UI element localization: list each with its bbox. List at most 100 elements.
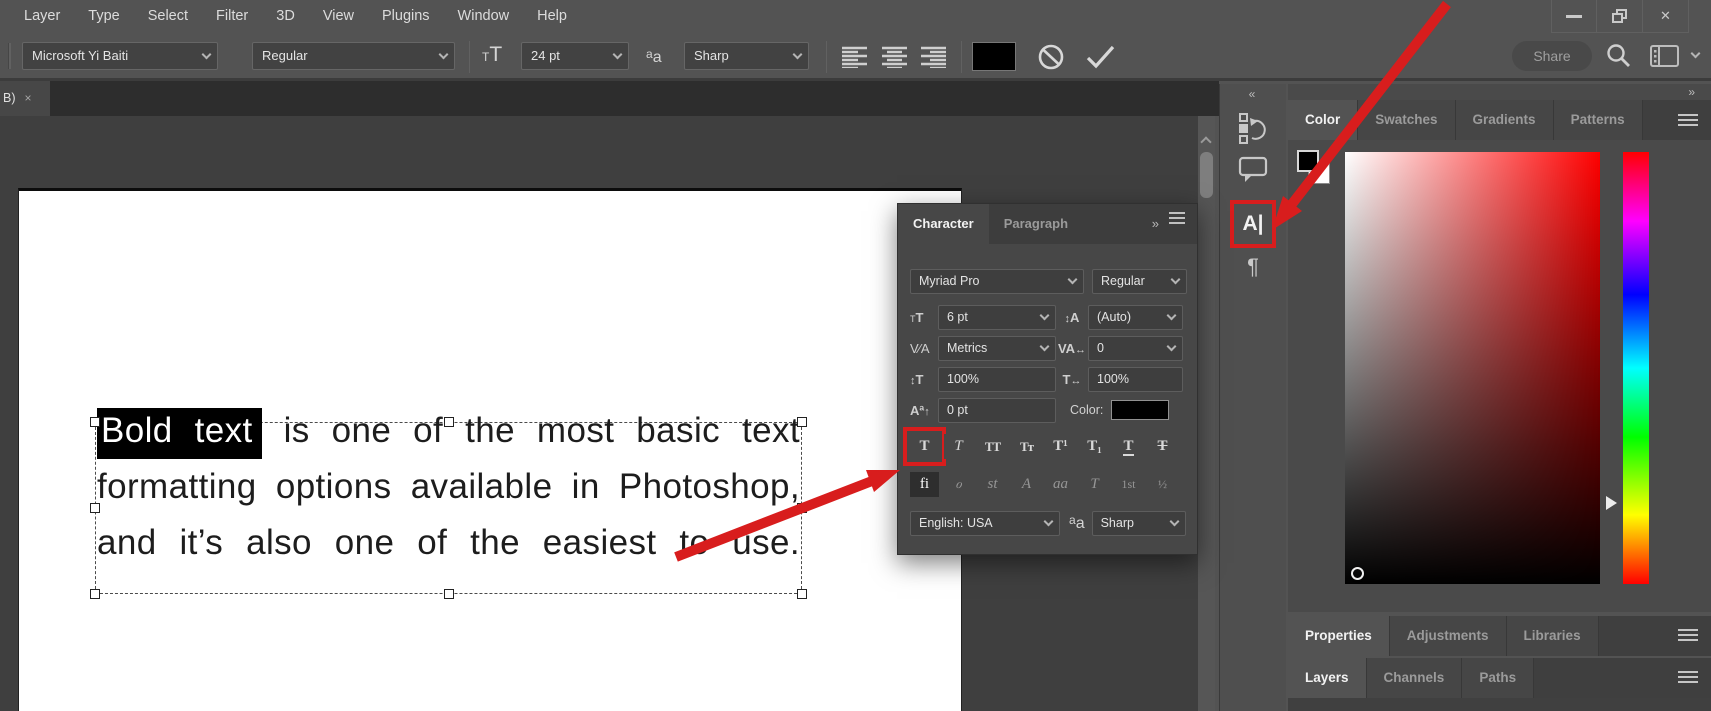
- menu-3d[interactable]: 3D: [262, 0, 309, 33]
- tab-patterns[interactable]: Patterns: [1553, 100, 1643, 140]
- small-caps-button[interactable]: Tᴛ: [1012, 434, 1041, 459]
- canvas-scrollbar[interactable]: [1198, 116, 1215, 711]
- minimize-button[interactable]: [1551, 0, 1597, 33]
- cp-font-size-select[interactable]: 6 pt: [938, 304, 1056, 330]
- cp-horizontal-scale-field[interactable]: 100%: [1088, 366, 1183, 392]
- tab-character[interactable]: Character: [898, 204, 989, 244]
- all-caps-button[interactable]: TT: [978, 434, 1007, 459]
- text-color-swatch[interactable]: [972, 42, 1016, 71]
- restore-button[interactable]: [1597, 0, 1643, 33]
- menu-type[interactable]: Type: [74, 0, 133, 33]
- cp-language-select[interactable]: English: USA: [910, 510, 1060, 536]
- menu-plugins[interactable]: Plugins: [368, 0, 444, 33]
- tab-swatches[interactable]: Swatches: [1358, 100, 1456, 140]
- cp-vertical-scale-field[interactable]: 100%: [938, 366, 1056, 392]
- transform-handle[interactable]: [90, 503, 100, 513]
- foreground-color-swatch[interactable]: [1297, 150, 1319, 172]
- menu-filter[interactable]: Filter: [202, 0, 262, 33]
- cp-leading-select[interactable]: (Auto): [1088, 304, 1183, 330]
- tab-channels[interactable]: Channels: [1366, 658, 1463, 698]
- close-button[interactable]: ✕: [1643, 0, 1689, 33]
- tab-color[interactable]: Color: [1288, 100, 1359, 140]
- panel-menu-icon[interactable]: [1678, 113, 1698, 127]
- character-panel-icon[interactable]: A|: [1230, 200, 1276, 248]
- transform-handle[interactable]: [90, 589, 100, 599]
- cp-font-style-select[interactable]: Regular: [1092, 268, 1187, 294]
- color-field-cursor[interactable]: [1351, 567, 1364, 580]
- cp-baseline-shift-field[interactable]: 0 pt: [938, 397, 1056, 423]
- transform-handle[interactable]: [443, 417, 454, 427]
- text-line-3[interactable]: and it’s also one of the easiest to use.: [97, 523, 800, 575]
- panel-menu-icon[interactable]: [1169, 217, 1185, 219]
- tab-properties[interactable]: Properties: [1288, 616, 1390, 656]
- cp-anti-alias-select[interactable]: Sharp: [1091, 510, 1186, 536]
- underline-button[interactable]: T: [1114, 434, 1143, 459]
- cancel-edit-icon[interactable]: [1038, 44, 1064, 70]
- align-left-button[interactable]: [842, 46, 869, 68]
- subscript-button[interactable]: T₁: [1080, 434, 1109, 459]
- share-button[interactable]: Share: [1512, 41, 1592, 71]
- align-center-button[interactable]: [882, 46, 909, 68]
- document-tab[interactable]: B) ×: [0, 81, 50, 116]
- tab-libraries[interactable]: Libraries: [1506, 616, 1599, 656]
- toolbar-grip[interactable]: [8, 43, 11, 69]
- panel-menu-icon[interactable]: [1678, 670, 1698, 684]
- ordinal-1st-button[interactable]: 1st: [1114, 472, 1143, 497]
- tab-adjustments[interactable]: Adjustments: [1389, 616, 1507, 656]
- history-panel-icon[interactable]: [1237, 110, 1269, 144]
- faux-bold-button[interactable]: T: [903, 427, 946, 466]
- text-line-2[interactable]: formatting options available in Photosho…: [97, 467, 800, 519]
- saturation-brightness-field[interactable]: [1345, 152, 1600, 584]
- transform-handle[interactable]: [90, 417, 100, 427]
- font-size-select[interactable]: 24 pt: [521, 42, 629, 70]
- swash-button[interactable]: A: [1012, 472, 1041, 497]
- align-right-button[interactable]: [921, 46, 948, 68]
- workspace-icon[interactable]: [1650, 45, 1680, 69]
- selected-text[interactable]: Bold text: [97, 408, 262, 459]
- search-icon[interactable]: [1606, 43, 1632, 69]
- transform-handle[interactable]: [797, 417, 807, 427]
- menu-select[interactable]: Select: [134, 0, 202, 33]
- paragraph-panel-icon[interactable]: ¶: [1247, 254, 1259, 280]
- cp-font-family-select[interactable]: Myriad Pro: [910, 268, 1084, 294]
- anti-alias-select[interactable]: Sharp: [684, 42, 809, 70]
- faux-italic-button[interactable]: T: [944, 434, 973, 459]
- titling-alternates-button[interactable]: T: [1080, 472, 1109, 497]
- transform-handle[interactable]: [797, 589, 807, 599]
- menu-layer[interactable]: Layer: [10, 0, 74, 33]
- cp-text-color-swatch[interactable]: [1111, 400, 1170, 420]
- tab-layers[interactable]: Layers: [1288, 658, 1367, 698]
- scrollbar-thumb[interactable]: [1200, 152, 1213, 198]
- transform-handle[interactable]: [797, 503, 807, 513]
- expand-dock-icon[interactable]: »: [1688, 85, 1697, 99]
- hue-slider-arrow-icon[interactable]: [1606, 496, 1617, 510]
- chevron-down-icon[interactable]: [1690, 48, 1701, 59]
- ligatures-button[interactable]: fi: [910, 472, 939, 497]
- font-style-select[interactable]: Regular: [252, 42, 455, 70]
- stylistic-alternates-button[interactable]: aa: [1046, 472, 1075, 497]
- transform-handle[interactable]: [443, 589, 454, 599]
- ordinals-button[interactable]: ℴ: [944, 472, 973, 497]
- menu-help[interactable]: Help: [523, 0, 581, 33]
- close-tab-icon[interactable]: ×: [25, 91, 32, 105]
- menu-window[interactable]: Window: [444, 0, 524, 33]
- discretionary-ligatures-button[interactable]: st: [978, 472, 1007, 497]
- text-bounding-box[interactable]: Bold text is one of the most basic text …: [90, 408, 807, 599]
- cp-kerning-select[interactable]: Metrics: [938, 335, 1056, 361]
- fractions-button[interactable]: ½: [1148, 472, 1177, 497]
- collapse-dock-icon[interactable]: «: [1249, 87, 1258, 101]
- menu-view[interactable]: View: [309, 0, 368, 33]
- comment-panel-icon[interactable]: [1238, 154, 1268, 184]
- hue-ramp[interactable]: [1623, 152, 1649, 584]
- strikethrough-button[interactable]: T: [1148, 434, 1177, 459]
- scroll-up-icon[interactable]: [1200, 136, 1212, 148]
- tab-gradients[interactable]: Gradients: [1455, 100, 1554, 140]
- tab-paths[interactable]: Paths: [1462, 658, 1535, 698]
- panel-menu-icon[interactable]: [1678, 628, 1698, 642]
- commit-edit-icon[interactable]: [1086, 45, 1116, 69]
- expand-panel-icon[interactable]: »: [1152, 216, 1159, 231]
- tab-paragraph[interactable]: Paragraph: [989, 204, 1083, 244]
- font-family-select[interactable]: Microsoft Yi Baiti: [22, 42, 218, 70]
- cp-tracking-select[interactable]: 0: [1088, 335, 1183, 361]
- superscript-button[interactable]: T¹: [1046, 434, 1075, 459]
